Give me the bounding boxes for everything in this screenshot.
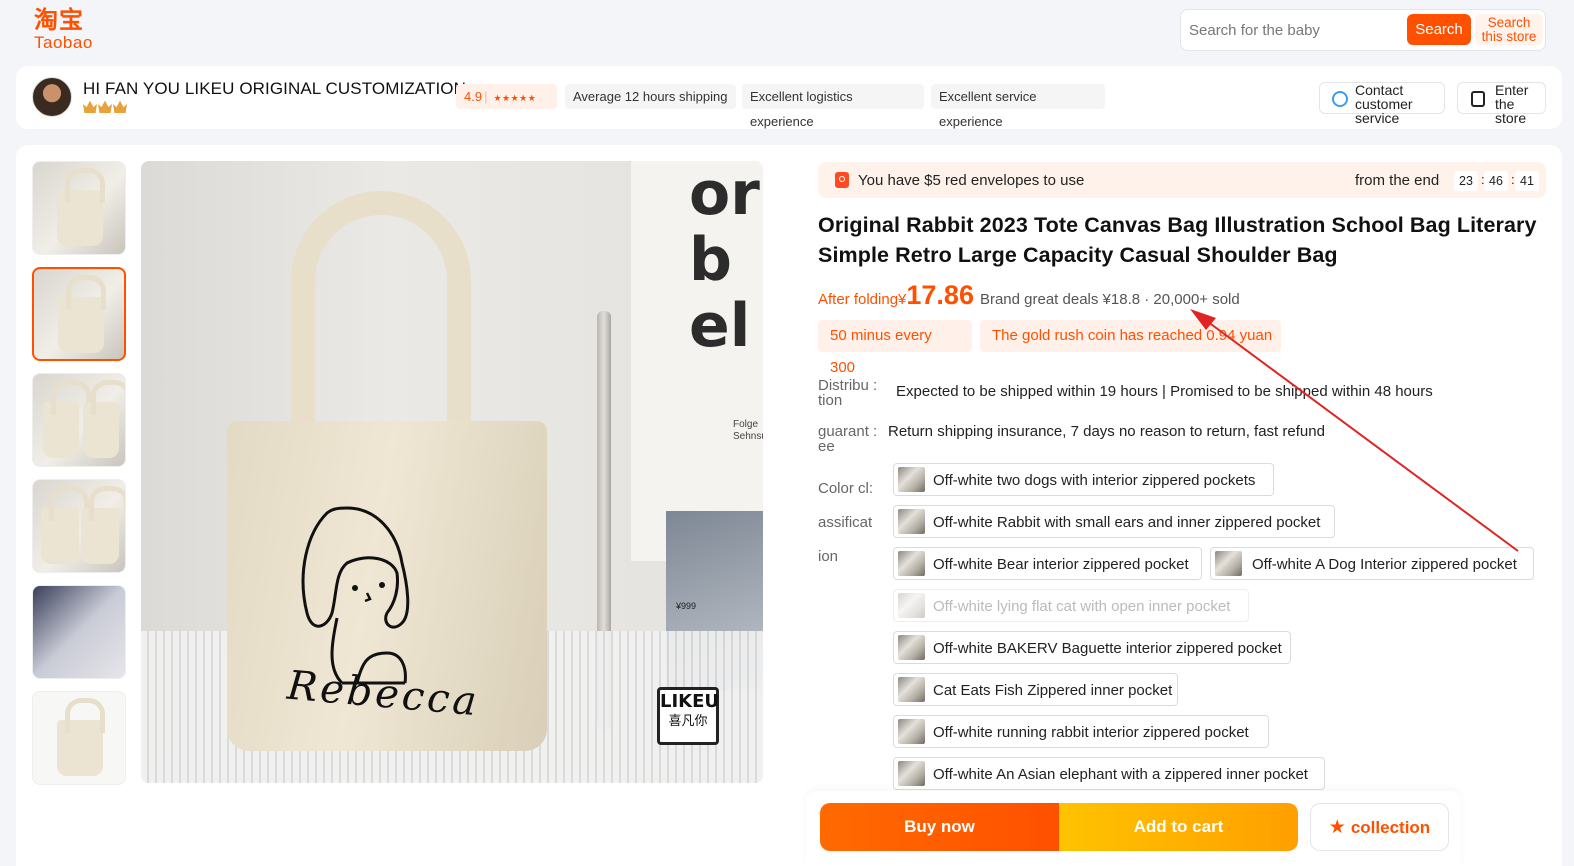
search-button[interactable]: Search	[1407, 14, 1471, 45]
contact-label: Contact customer service	[1355, 82, 1413, 126]
store-bar: HI FAN YOU LIKEU ORIGINAL CUSTOMIZATION …	[16, 66, 1562, 129]
store-tag-shipping: Average 12 hours shipping	[565, 84, 736, 109]
color-option-dog[interactable]: Off-white A Dog Interior zippered pocket	[1210, 547, 1534, 580]
countdown-hours: 23	[1454, 171, 1478, 191]
color-option-bear[interactable]: Off-white Bear interior zippered pocket	[893, 547, 1202, 580]
color-option-lying-cat[interactable]: Off-white lying flat cat with open inner…	[893, 589, 1249, 622]
collection-button[interactable]: ★ collection	[1310, 803, 1449, 851]
color-option-elephant[interactable]: Off-white An Asian elephant with a zippe…	[893, 757, 1325, 790]
collection-label: collection	[1350, 818, 1431, 837]
search-store-button[interactable]: Search this store	[1475, 14, 1543, 45]
crown-icon	[98, 100, 112, 113]
price: ¥17.86	[898, 280, 974, 310]
thumbnail-5[interactable]	[32, 585, 126, 679]
logo-en-text: Taobao	[34, 33, 93, 52]
color-option-running-rabbit[interactable]: Off-white running rabbit interior zipper…	[893, 715, 1269, 748]
after-folding-label: After folding	[818, 291, 899, 308]
search-box: Search Search this store	[1180, 9, 1546, 51]
store-rating-value: 4.9	[464, 89, 483, 104]
option-thumbnail	[898, 509, 925, 534]
thumbnail-3[interactable]	[32, 373, 126, 467]
thumbnail-1[interactable]	[32, 161, 126, 255]
chat-icon	[1332, 91, 1348, 107]
color-option-rabbit[interactable]: Off-white Rabbit with small ears and inn…	[893, 505, 1335, 538]
buy-now-button[interactable]: Buy now	[820, 803, 1059, 851]
guarantee-value: Return shipping insurance, 7 days no rea…	[888, 423, 1325, 440]
distribution-label: Distribu : tion	[818, 377, 878, 409]
thumbnail-4[interactable]	[32, 479, 126, 573]
search-input[interactable]	[1189, 18, 1399, 42]
option-thumbnail	[898, 677, 925, 702]
store-name[interactable]: HI FAN YOU LIKEU ORIGINAL CUSTOMIZATION	[83, 79, 466, 99]
store-avatar[interactable]	[32, 77, 72, 117]
promo-tag-discount[interactable]: 50 minus every 300	[818, 320, 972, 376]
star-icon: ★	[1328, 816, 1346, 838]
price-row: After folding¥17.86 Brand great deals ¥18…	[818, 280, 1240, 314]
thumbnail-2[interactable]	[32, 267, 126, 361]
logo-cn-text: 淘宝	[34, 6, 84, 34]
option-thumbnail	[898, 761, 925, 786]
option-thumbnail	[898, 467, 925, 492]
guarantee-label: guarant : ee	[818, 423, 878, 455]
price-value: 17.86	[906, 280, 974, 310]
enter-store-button[interactable]: Enter the store	[1457, 82, 1546, 125]
option-thumbnail	[898, 593, 925, 618]
countdown-seconds: 41	[1515, 171, 1539, 191]
store-icon	[1471, 91, 1485, 107]
color-option-two-dogs[interactable]: Off-white two dogs with interior zippere…	[893, 463, 1274, 496]
crown-icon	[83, 100, 97, 113]
countdown-minutes: 46	[1484, 171, 1508, 191]
store-tag-service: Excellent service experience	[931, 84, 1105, 129]
red-envelope-text: You have $5 red envelopes to use	[858, 172, 1085, 189]
poster-small-text: Folge Sehnsu	[733, 419, 763, 442]
enter-store-label: Enter the store	[1495, 82, 1529, 126]
promo-tag-gold-coin[interactable]: The gold rush coin has reached 0.94 yuan	[980, 320, 1281, 352]
deals-and-sold: Brand great deals ¥18.8 · 20,000+ sold	[979, 291, 1240, 308]
price-sticker-text: ¥999	[676, 601, 697, 611]
contact-customer-service-button[interactable]: Contact customer service	[1319, 82, 1445, 125]
wall-text: or bel	[689, 161, 760, 361]
color-option-cat-fish[interactable]: Cat Eats Fish Zippered inner pocket	[893, 673, 1178, 706]
rating-stars-icon: ★★★★★	[493, 94, 537, 104]
thumbnail-6[interactable]	[32, 691, 126, 785]
option-thumbnail	[898, 635, 925, 660]
product-title: Original Rabbit 2023 Tote Canvas Bag Ill…	[818, 213, 1537, 267]
crown-badges	[83, 100, 127, 113]
color-option-baguette[interactable]: Off-white BAKERV Baguette interior zippe…	[893, 631, 1291, 664]
taobao-logo[interactable]: 淘宝 Taobao	[34, 8, 93, 51]
crown-icon	[113, 100, 127, 113]
option-thumbnail	[898, 719, 925, 744]
distribution-value: Expected to be shipped within 19 hours |…	[896, 383, 1433, 400]
red-envelope-icon	[835, 172, 849, 188]
option-thumbnail	[898, 551, 925, 576]
likeu-badge: LIKEU 喜凡你	[657, 687, 719, 745]
countdown-label: from the end	[1355, 172, 1440, 189]
main-product-image[interactable]: or bel ¥999 Folge Sehnsu Rebecca LIKEU 喜…	[141, 161, 763, 783]
red-envelope-banner[interactable]: You have $5 red envelopes to use from th…	[818, 162, 1546, 198]
color-classification-label: Color cl: assificat ion	[818, 480, 874, 565]
store-rating-tag: 4.9 | ★★★★★	[456, 84, 557, 109]
rabbit-illustration	[301, 506, 410, 685]
store-tag-logistics: Excellent logistics experience	[742, 84, 924, 129]
add-to-cart-button[interactable]: Add to cart	[1059, 803, 1298, 851]
option-thumbnail	[1215, 551, 1242, 576]
